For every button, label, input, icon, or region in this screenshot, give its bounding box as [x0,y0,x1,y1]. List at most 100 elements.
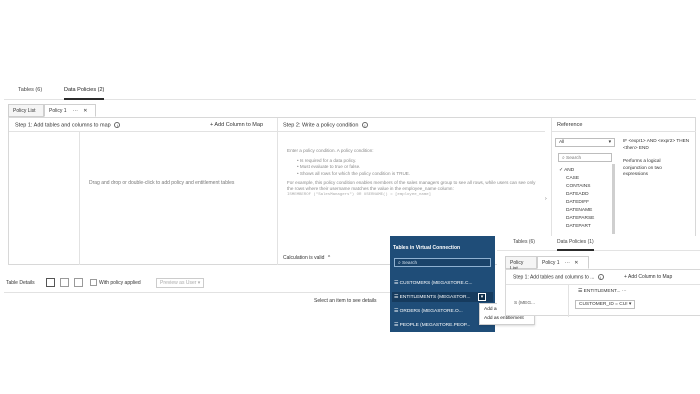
function-name: AND [564,168,575,173]
list-view-icon[interactable] [74,278,83,287]
more-icon[interactable]: ··· [622,289,627,294]
divider [79,132,80,265]
table-name: PEOPLE (MEGASTORE.PEOP... [399,323,471,328]
policy-preview-panel: Tables (6) Data Policies (1) Policy List… [497,236,700,317]
divider [568,285,569,317]
more-icon[interactable]: ··· [73,108,78,114]
add-column-button[interactable]: + Add Column to Map [624,274,672,280]
overlay-step1-panel: Step 1: Add tables and columns to ... i … [505,269,700,317]
policy-applied-checkbox[interactable] [90,279,97,286]
column-mapping-value: CUSTOMER_ID = CU! [579,302,628,307]
table-name: ORDERS (MEGASTORE.O... [399,309,463,314]
policy-condition-editor[interactable]: Enter a policy condition. A policy condi… [287,148,539,198]
condition-rule-text: Is required for a data policy. [299,158,357,164]
reference-title: Reference [557,122,583,128]
divider [506,284,700,285]
table-menu-button[interactable]: ▾ [478,293,486,301]
function-search-placeholder: Search [566,156,582,161]
search-icon: ⌕ [562,156,565,161]
search-icon: ⌕ [398,261,401,266]
info-icon[interactable]: i [361,122,368,128]
collapse-reference-icon[interactable]: › [545,196,547,202]
function-category-select[interactable]: All ▾ [555,138,615,147]
tab-policy-1[interactable]: Policy 1 ··· ✕ [44,104,96,117]
function-list-scrollbar[interactable] [612,164,615,234]
column-mapping-select[interactable]: CUSTOMER_ID = CU! ▾ [575,300,636,309]
function-list-item[interactable]: DATEADD [566,192,589,197]
chevron-down-icon: ▾ [197,280,201,286]
table-name: CUSTOMERS (MEGASTORE.C... [399,281,473,286]
chevron-down-icon: ▾ [608,140,611,145]
entitlement-table-name: ENTITLEMENT... [583,289,621,294]
select-item-hint: Select an item to see details [314,298,377,304]
condition-rule-text: Shows all rows for which the policy cond… [299,170,411,176]
table-search-placeholder: Search [402,261,418,266]
step1-title: Step 1: Add tables and columns to map [15,122,111,129]
add-as-entitlement-option[interactable]: Add as entitlement [484,316,524,321]
function-list-item[interactable]: DATEPART [566,224,591,229]
table-item-orders[interactable]: ☰ ORDERS (MEGASTORE.O... [392,306,493,316]
function-list-item[interactable]: CONTAINS [566,184,590,189]
tab-policy-list[interactable]: Policy List [8,104,44,117]
table-icon: ☰ [578,289,583,294]
policy-1-label: Policy 1 [542,260,560,266]
step2-header: Step 2: Write a policy condition i [277,118,545,132]
function-list-item[interactable]: DATEDIFF [566,200,589,205]
condition-prompt: Enter a policy condition. A policy condi… [287,148,374,153]
function-list-item[interactable]: ✓ AND [559,168,574,173]
function-list-item[interactable]: CASE [566,176,579,181]
with-policy-label: With policy applied [99,280,141,286]
table-details-bar: Table Details With policy applied Previe… [4,277,396,290]
step2-title: Step 2: Write a policy condition [283,122,359,129]
grid-view-icon[interactable] [46,278,55,287]
table-icon: ☰ [394,281,399,286]
condition-rule-text: Must evaluate to true or false. [299,164,361,170]
add-column-button[interactable]: + Add Column to Map [210,122,263,128]
tab-tables[interactable]: Tables (6) [513,239,535,249]
table-icon: ☰ [394,309,399,314]
table-item-people[interactable]: ☰ PEOPLE (MEGASTORE.PEOP... [392,320,493,330]
table-icon: ☰ [394,295,399,300]
policy-1-label: Policy 1 [49,108,67,114]
condition-example: For example, this policy condition enabl… [287,179,536,192]
tab-policy-list[interactable]: Policy List [505,256,537,272]
info-icon[interactable]: i [597,274,604,280]
table-details-content: Select an item to see details [4,292,396,312]
function-list-item[interactable]: DATEPARSE [566,216,594,221]
policy-list-label: Policy List [13,108,36,114]
policy-tab-bar: Policy List Policy 1 ··· ✕ [8,104,208,117]
tab-tables[interactable]: Tables (6) [18,87,42,98]
condition-rule: • Shows all rows for which the policy co… [297,170,411,176]
chevron-up-icon[interactable]: ^ [328,255,330,261]
tab-policy-1[interactable]: Policy 1 ··· ✕ [537,256,589,269]
info-icon[interactable]: i [114,122,121,128]
tables-panel-title: Tables in Virtual Connection [393,245,461,251]
table-item-customers[interactable]: ☰ CUSTOMERS (MEGASTORE.C... [392,278,493,288]
condition-example-code: ISMEMBEROF ("SalesManagers") OR USERNAME… [287,193,432,198]
function-list-item[interactable]: DATENAME [566,208,592,213]
table-name: ENTITLEMENTS (MEGASTOR... [399,295,471,300]
overlay-tab-bar: Tables (6) Data Policies (1) [497,236,700,251]
close-icon[interactable]: ✕ [574,260,578,266]
add-column-label: Add Column to Map [214,122,263,128]
tab-data-policies[interactable]: Data Policies (2) [64,87,105,100]
add-column-label: Add Column to Map [628,274,673,280]
drag-drop-hint: Drag and drop or double-click to add pol… [89,180,235,186]
table-details-label: Table Details [6,280,35,286]
table-search-input[interactable]: ⌕ Search [394,258,491,267]
calculation-status-text: Calculation is valid [283,255,325,261]
function-category-value: All [559,140,565,145]
close-icon[interactable]: ✕ [83,108,87,114]
function-search-input[interactable]: ⌕ Search [558,153,612,162]
more-icon[interactable]: ··· [565,260,570,266]
overlay-step1-text: Step 1: Add tables and columns to ... [513,274,595,281]
reference-header: Reference [551,118,696,132]
calculation-status: Calculation is valid ^ [283,255,330,261]
divider [277,118,278,265]
policy-table-label: S (MEG... [514,301,536,306]
tab-data-policies[interactable]: Data Policies (1) [557,239,594,251]
preview-as-user-label: Preview as User [160,280,197,286]
preview-as-user-select[interactable]: Preview as User ▾ [156,278,205,288]
function-description: Performs a logical conjunction on two ex… [623,158,662,176]
table-view-icon[interactable] [60,278,69,287]
